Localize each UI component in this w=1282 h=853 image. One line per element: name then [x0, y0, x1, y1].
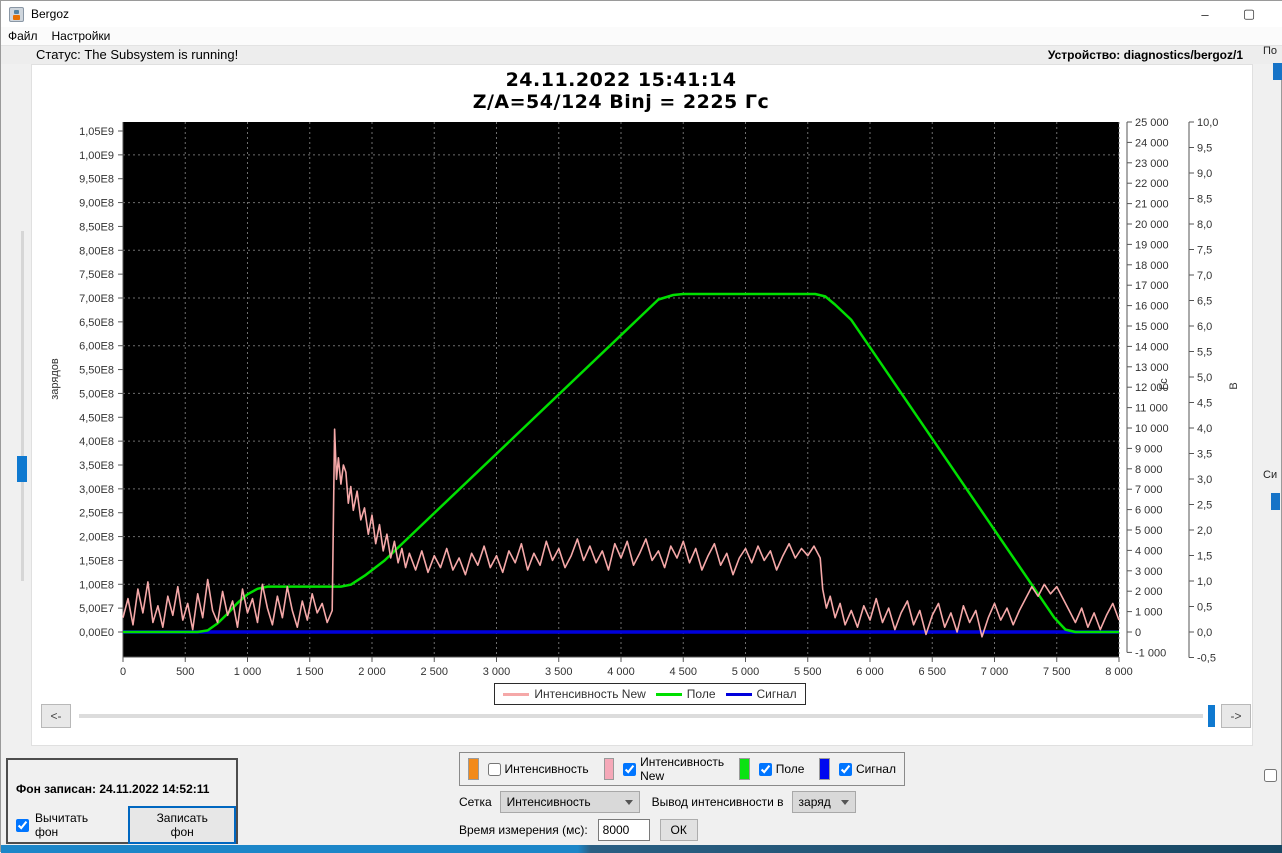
status-text: Статус: The Subsystem is running!	[36, 47, 238, 62]
window-title: Bergoz	[31, 7, 69, 21]
time-controls-row: Время измерения (мс): ОК	[459, 819, 919, 841]
status-bar: Статус: The Subsystem is running! Устрой…	[1, 46, 1282, 64]
intensity-toggle: Интенсивность	[488, 762, 589, 776]
series-toggle-panel: Интенсивность Интенсивность New Поле Сиг…	[459, 752, 905, 786]
intensity-new-color-swatch	[604, 758, 615, 780]
intensity-color-swatch	[468, 758, 479, 780]
field-color-swatch	[739, 758, 750, 780]
device-text: Устройство: diagnostics/bergoz/1	[1048, 48, 1243, 62]
minimize-button[interactable]: –	[1183, 2, 1227, 26]
grid-label: Сетка	[459, 795, 492, 809]
legend-line-blue	[726, 693, 752, 696]
menu-file[interactable]: Файл	[1, 27, 45, 45]
signal-checkbox[interactable]	[839, 763, 852, 776]
output-select[interactable]: заряд	[792, 791, 856, 813]
title-bar: Bergoz – ▢	[1, 1, 1282, 27]
chart-legend: Интенсивность New Поле Сигнал	[494, 683, 806, 705]
background-panel: Фон записан: 24.11.2022 14:52:11 Вычитат…	[6, 758, 238, 844]
intensity-new-checkbox[interactable]	[623, 763, 636, 776]
subtract-background-label: Вычитать фон	[35, 811, 114, 839]
edge-slider-handle-top[interactable]	[1273, 63, 1282, 80]
chevron-down-icon	[841, 800, 849, 805]
edge-slider-handle-mid[interactable]	[1271, 493, 1280, 510]
bergoz-window: { "window": { "title": "Bergoz", "minimi…	[0, 0, 1282, 852]
intensity-new-toggle: Интенсивность New	[623, 755, 724, 783]
chevron-down-icon	[625, 800, 633, 805]
scroll-right-button[interactable]: ->	[1221, 704, 1251, 728]
signal-toggle: Сигнал	[839, 762, 896, 776]
legend-item-signal: Сигнал	[726, 687, 797, 701]
chart-panel	[31, 64, 1253, 746]
horizontal-slider-handle[interactable]	[1208, 705, 1215, 727]
ok-button[interactable]: ОК	[660, 819, 698, 841]
output-label: Вывод интенсивности в	[652, 795, 784, 809]
vertical-slider-track[interactable]	[21, 231, 24, 581]
measure-time-label: Время измерения (мс):	[459, 823, 588, 837]
menu-settings[interactable]: Настройки	[45, 27, 118, 45]
signal-color-swatch	[819, 758, 830, 780]
legend-item-intensity-new: Интенсивность New	[503, 687, 645, 701]
measure-time-input[interactable]	[598, 819, 650, 841]
legend-line-pink	[503, 693, 529, 696]
grid-controls-row: Сетка Интенсивность Вывод интенсивности …	[459, 791, 919, 813]
intensity-checkbox[interactable]	[488, 763, 501, 776]
record-background-button[interactable]: Записать фон	[128, 806, 236, 844]
background-recorded-text: Фон записан: 24.11.2022 14:52:11	[16, 782, 209, 796]
app-icon	[9, 7, 24, 22]
horizontal-slider-track[interactable]	[79, 714, 1203, 718]
chart-title-datetime: 24.11.2022 15:41:14	[31, 69, 1211, 91]
vertical-slider-handle[interactable]	[17, 456, 27, 482]
field-toggle: Поле	[759, 762, 805, 776]
chart-title-params: Z/A=54/124 Binj = 2225 Гс	[31, 91, 1211, 113]
edge-checkbox[interactable]	[1264, 769, 1277, 782]
menu-bar: Файл Настройки	[1, 27, 1282, 46]
maximize-button[interactable]: ▢	[1227, 2, 1271, 26]
legend-item-field: Поле	[656, 687, 716, 701]
field-checkbox[interactable]	[759, 763, 772, 776]
edge-fragment-top: По	[1263, 45, 1277, 57]
subtract-background-checkbox[interactable]	[16, 819, 29, 832]
scroll-left-button[interactable]: <-	[41, 704, 71, 728]
grid-select[interactable]: Интенсивность	[500, 791, 640, 813]
edge-fragment-mid: Си	[1263, 469, 1277, 481]
legend-line-green	[656, 693, 682, 696]
